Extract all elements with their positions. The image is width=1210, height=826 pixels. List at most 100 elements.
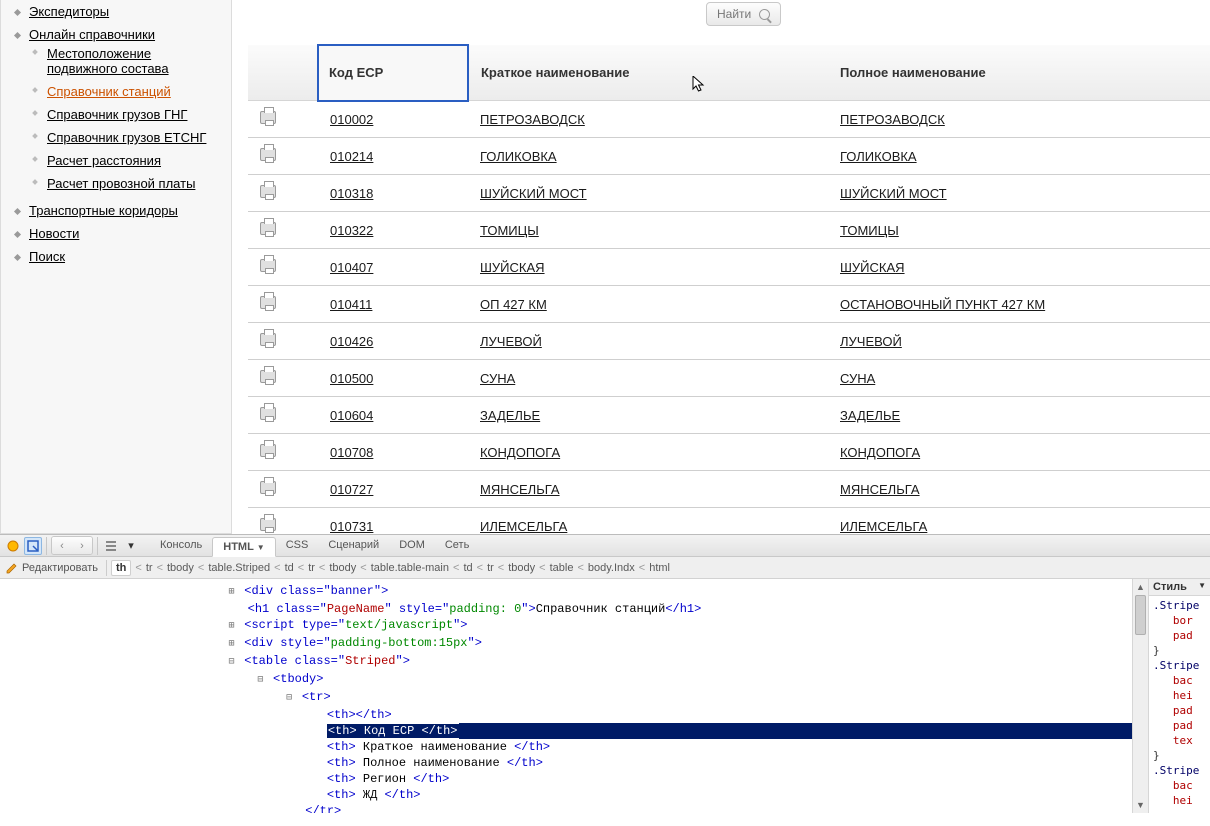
print-icon[interactable] (260, 444, 276, 457)
sidebar-sub-gng[interactable]: Справочник грузов ГНГ (47, 107, 187, 122)
station-short-link[interactable]: ШУЙСКАЯ (480, 260, 545, 275)
print-icon[interactable] (260, 370, 276, 383)
print-icon[interactable] (260, 222, 276, 235)
station-short-link[interactable]: ЛУЧЕВОЙ (480, 334, 542, 349)
tab-html[interactable]: HTML▼ (212, 537, 275, 557)
crumb-tbody2[interactable]: tbody (329, 562, 356, 574)
station-code-link[interactable]: 010731 (330, 519, 373, 534)
crumb-tbody[interactable]: tbody (167, 562, 194, 574)
print-icon[interactable] (260, 296, 276, 309)
th-print[interactable] (248, 45, 318, 101)
station-short-link[interactable]: ИЛЕМСЕЛЬГА (480, 519, 567, 534)
station-code-link[interactable]: 010604 (330, 408, 373, 423)
th-short-name[interactable]: Краткое наименование (468, 45, 828, 101)
station-short-link[interactable]: ГОЛИКОВКА (480, 149, 557, 164)
tab-console[interactable]: Консоль (150, 536, 212, 556)
crumb-td2[interactable]: td (463, 562, 472, 574)
sidebar-item-novosti[interactable]: Новости (9, 226, 79, 241)
sidebar-item-online-spravochniki[interactable]: Онлайн справочники (9, 27, 155, 42)
station-full-link[interactable]: МЯНСЕЛЬГА (840, 482, 920, 497)
tab-script[interactable]: Сценарий (318, 536, 389, 556)
sidebar-item-ekspeditory[interactable]: Экспедиторы (9, 4, 109, 19)
nav-back-icon[interactable]: ‹ (52, 537, 72, 554)
scroll-up-icon[interactable]: ▲ (1133, 579, 1148, 595)
station-short-link[interactable]: МЯНСЕЛЬГА (480, 482, 560, 497)
menu-icon[interactable]: ▾ (122, 537, 140, 555)
station-short-link[interactable]: КОНДОПОГА (480, 445, 560, 460)
crumb-tbody3[interactable]: tbody (508, 562, 535, 574)
firebug-icon[interactable] (4, 537, 22, 555)
edit-icon[interactable] (6, 562, 18, 574)
station-short-link[interactable]: ПЕТРОЗАВОДСК (480, 112, 585, 127)
station-code-link[interactable]: 010002 (330, 112, 373, 127)
sidebar-sub-mestopolozhenie[interactable]: Местоположение подвижного состава (47, 46, 169, 76)
devtools-scrollbar[interactable]: ▲ ▼ (1132, 579, 1148, 813)
station-short-link[interactable]: СУНА (480, 371, 515, 386)
print-icon[interactable] (260, 518, 276, 531)
sidebar-sub-spravochnik-stanciy[interactable]: Справочник станций (47, 84, 171, 99)
sidebar-sub-provoznoy[interactable]: Расчет провозной платы (47, 176, 195, 191)
station-full-link[interactable]: ЛУЧЕВОЙ (840, 334, 902, 349)
station-code-link[interactable]: 010426 (330, 334, 373, 349)
print-icon[interactable] (260, 259, 276, 272)
crumb-tr3[interactable]: tr (487, 562, 494, 574)
sidebar-item-poisk[interactable]: Поиск (9, 249, 65, 264)
print-icon[interactable] (260, 481, 276, 494)
crumb-table-main[interactable]: table.table-main (371, 562, 449, 574)
station-code-link[interactable]: 010727 (330, 482, 373, 497)
sidebar-sub-etsng[interactable]: Справочник грузов ЕТСНГ (47, 130, 206, 145)
nav-fwd-icon[interactable]: › (72, 537, 92, 554)
th-code-ecr[interactable]: Код ЕСР (318, 45, 468, 101)
station-full-link[interactable]: ШУЙСКАЯ (840, 260, 905, 275)
station-code-link[interactable]: 010708 (330, 445, 373, 460)
tab-net[interactable]: Сеть (435, 536, 479, 556)
station-full-link[interactable]: СУНА (840, 371, 875, 386)
station-code-link[interactable]: 010318 (330, 186, 373, 201)
nav-buttons[interactable]: ‹› (51, 536, 93, 555)
station-code-link[interactable]: 010500 (330, 371, 373, 386)
station-full-link[interactable]: ТОМИЦЫ (840, 223, 899, 238)
station-full-link[interactable]: ШУЙСКИЙ МОСТ (840, 186, 947, 201)
print-icon[interactable] (260, 185, 276, 198)
scroll-thumb[interactable] (1135, 595, 1146, 635)
crumb-html[interactable]: html (649, 562, 670, 574)
station-short-link[interactable]: ТОМИЦЫ (480, 223, 539, 238)
station-full-link[interactable]: ГОЛИКОВКА (840, 149, 917, 164)
print-icon[interactable] (260, 333, 276, 346)
edit-button[interactable]: Редактировать (22, 562, 98, 574)
crumb-table[interactable]: table (550, 562, 574, 574)
crumb-th[interactable]: th (111, 560, 131, 576)
style-dropdown-icon[interactable]: ▼ (1198, 581, 1206, 593)
inspect-icon[interactable] (24, 537, 42, 555)
sidebar-sub-rasstoyaniya[interactable]: Расчет расстояния (47, 153, 161, 168)
scroll-down-icon[interactable]: ▼ (1133, 797, 1148, 813)
table-row: 010708 КОНДОПОГА КОНДОПОГА (248, 434, 1210, 471)
crumb-tr[interactable]: tr (146, 562, 153, 574)
print-icon[interactable] (260, 407, 276, 420)
search-button[interactable]: Найти (706, 2, 781, 26)
station-short-link[interactable]: ШУЙСКИЙ МОСТ (480, 186, 587, 201)
station-code-link[interactable]: 010407 (330, 260, 373, 275)
station-code-link[interactable]: 010411 (330, 297, 372, 312)
station-short-link[interactable]: ЗАДЕЛЬЕ (480, 408, 540, 423)
station-code-link[interactable]: 010214 (330, 149, 373, 164)
station-full-link[interactable]: ИЛЕМСЕЛЬГА (840, 519, 927, 534)
devtools-html-tree[interactable]: ⊞ <div class="banner"> <h1 class="PageNa… (0, 579, 1132, 813)
station-short-link[interactable]: ОП 427 КМ (480, 297, 547, 312)
station-code-link[interactable]: 010322 (330, 223, 373, 238)
crumb-table-striped[interactable]: table.Striped (208, 562, 270, 574)
tab-css[interactable]: CSS (276, 536, 319, 556)
th-full-name[interactable]: Полное наименование (828, 45, 1210, 101)
station-full-link[interactable]: ОСТАНОВОЧНЫЙ ПУНКТ 427 КМ (840, 297, 1045, 312)
tab-dom[interactable]: DOM (389, 536, 435, 556)
list-icon[interactable] (102, 537, 120, 555)
print-icon[interactable] (260, 111, 276, 124)
crumb-td[interactable]: td (285, 562, 294, 574)
sidebar-item-koridory[interactable]: Транспортные коридоры (9, 203, 178, 218)
station-full-link[interactable]: ЗАДЕЛЬЕ (840, 408, 900, 423)
crumb-body[interactable]: body.Indx (588, 562, 635, 574)
print-icon[interactable] (260, 148, 276, 161)
crumb-tr2[interactable]: tr (308, 562, 315, 574)
station-full-link[interactable]: ПЕТРОЗАВОДСК (840, 112, 945, 127)
station-full-link[interactable]: КОНДОПОГА (840, 445, 920, 460)
